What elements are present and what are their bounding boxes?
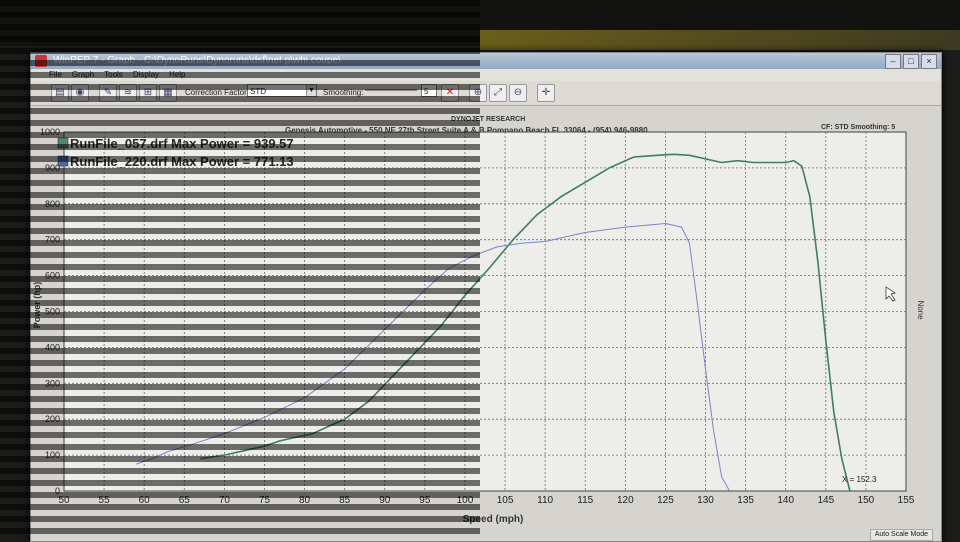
y-tick-label: 400: [45, 342, 60, 352]
x-tick-label: 75: [259, 495, 271, 506]
x-tick-label: 115: [577, 495, 593, 506]
x-tick-label: 60: [139, 495, 151, 506]
y-tick-label: 0: [55, 486, 60, 496]
y-axis-label: Power (hp): [32, 282, 42, 329]
x-tick-label: 55: [99, 495, 111, 506]
x-tick-label: 110: [537, 495, 553, 506]
x-tick-label: 120: [617, 495, 634, 506]
legend-swatch: [57, 155, 69, 167]
y-tick-label: 500: [45, 307, 60, 317]
x-tick-label: 140: [777, 495, 794, 506]
x-tick-label: 100: [457, 495, 474, 506]
x-tick-label: 155: [898, 495, 915, 506]
legend-label: RunFile_057.drf Max Power = 939.57: [70, 136, 294, 151]
x-tick-label: 150: [858, 495, 875, 506]
y-tick-label: 700: [45, 235, 60, 245]
x-tick-label: 50: [58, 495, 70, 506]
x-tick-label: 145: [817, 495, 834, 506]
x-tick-label: 65: [179, 495, 191, 506]
x-tick-label: 85: [339, 495, 351, 506]
x-tick-label: 125: [657, 495, 674, 506]
x-tick-label: 130: [697, 495, 714, 506]
legend-swatch: [57, 137, 69, 149]
x-tick-label: 135: [737, 495, 754, 506]
y-tick-label: 1000: [40, 127, 60, 137]
x-tick-label: 90: [379, 495, 391, 506]
cursor-readout: X = 152.3: [842, 475, 877, 484]
x-tick-label: 105: [497, 495, 514, 506]
x-tick-label: 70: [219, 495, 231, 506]
y-tick-label: 600: [45, 271, 60, 281]
y-tick-label: 100: [45, 450, 60, 460]
legend-label: RunFile_220.drf Max Power = 771.13: [70, 154, 294, 169]
y-tick-label: 200: [45, 414, 60, 424]
y-tick-label: 800: [45, 199, 60, 209]
x-axis-label: Speed (mph): [463, 514, 524, 525]
x-tick-label: 95: [419, 495, 431, 506]
right-axis-label: None: [916, 300, 925, 320]
dyno-chart: 50 55 60 65 70 75 80 85 90 95 100 105 110 115 120 125 13…: [32, 127, 925, 525]
x-tick-label: 80: [299, 495, 311, 506]
y-tick-label: 300: [45, 378, 60, 388]
